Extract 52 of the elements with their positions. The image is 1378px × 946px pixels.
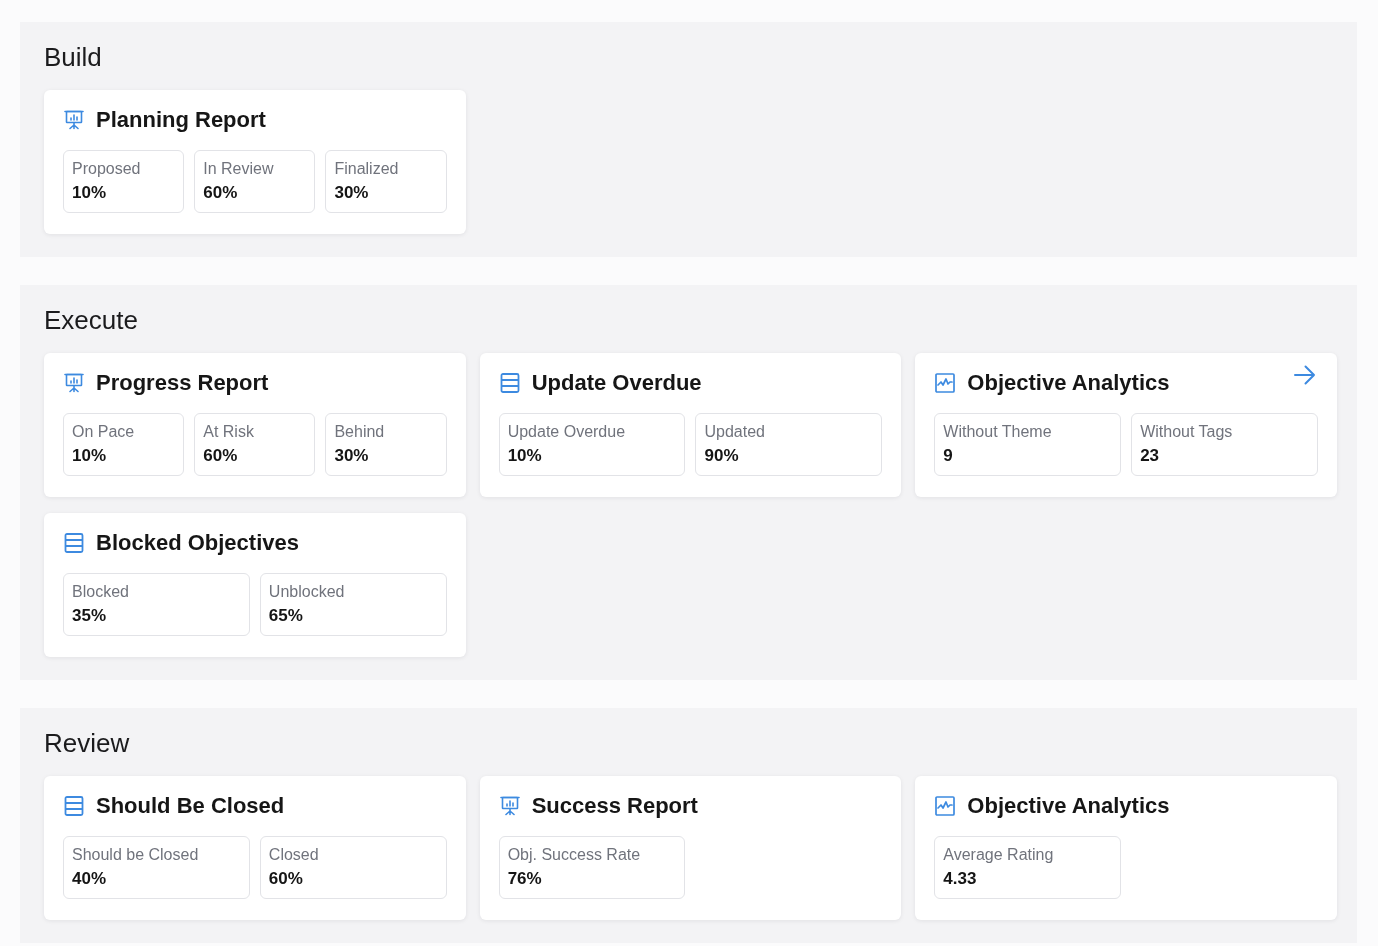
card-title: Success Report (531, 794, 698, 818)
card-title: Planning Report (96, 108, 266, 132)
stat-value: 90% (704, 446, 739, 465)
stat-label: Should be Closed (72, 846, 199, 863)
stat-value: 4.33 (943, 869, 977, 888)
stat-value: 10% (72, 183, 107, 202)
stat-label: Obj. Success Rate (507, 846, 641, 863)
arrow-right-icon[interactable] (1294, 365, 1316, 385)
list-icon (64, 533, 84, 553)
stat-label: Closed (268, 846, 319, 863)
stat-value: 10% (507, 446, 542, 465)
stat-label: On Pace (72, 423, 135, 440)
list-icon (499, 373, 520, 393)
section-title: Build (44, 42, 102, 72)
stat-value: 23 (1140, 446, 1160, 465)
stat-label: In Review (203, 160, 274, 177)
stat-label: Proposed (72, 160, 141, 177)
stat-value: 65% (268, 606, 303, 625)
stat-value: 40% (72, 869, 107, 888)
card-title: Progress Report (96, 371, 269, 395)
stat-label: At Risk (203, 423, 254, 440)
list-icon (64, 796, 84, 816)
pulse-chart-icon (935, 373, 956, 393)
stat-label: Behind (334, 423, 385, 440)
stat-label: Without Tags (1140, 423, 1233, 440)
card-title: Objective Analytics (967, 794, 1170, 818)
card-title: Should Be Closed (96, 794, 285, 818)
stat-label: Update Overdue (507, 423, 626, 440)
section-title: Review (44, 728, 130, 758)
stat-value: 30% (334, 183, 369, 202)
presentation-chart-icon (64, 110, 84, 130)
presentation-chart-icon (64, 373, 84, 393)
stat-value: 10% (72, 446, 107, 465)
stat-value: 35% (72, 606, 107, 625)
stat-label: Without Theme (943, 423, 1052, 440)
stat-label: Average Rating (943, 846, 1054, 863)
card-title: Objective Analytics (967, 371, 1170, 395)
pulse-chart-icon (935, 796, 956, 816)
stat-label: Blocked (72, 583, 129, 600)
stat-label: Unblocked (268, 583, 345, 600)
stat-value: 60% (268, 869, 303, 888)
card-title: Blocked Objectives (96, 531, 299, 555)
stat-value: 60% (203, 183, 238, 202)
section-title: Execute (44, 305, 138, 335)
stat-label: Updated (704, 423, 765, 440)
stat-value: 60% (203, 446, 238, 465)
presentation-chart-icon (499, 796, 520, 816)
card-title: Update Overdue (531, 371, 702, 395)
stat-value: 30% (334, 446, 369, 465)
stat-value: 76% (507, 869, 542, 888)
stat-label: Finalized (334, 160, 399, 177)
stat-value: 9 (943, 446, 953, 465)
